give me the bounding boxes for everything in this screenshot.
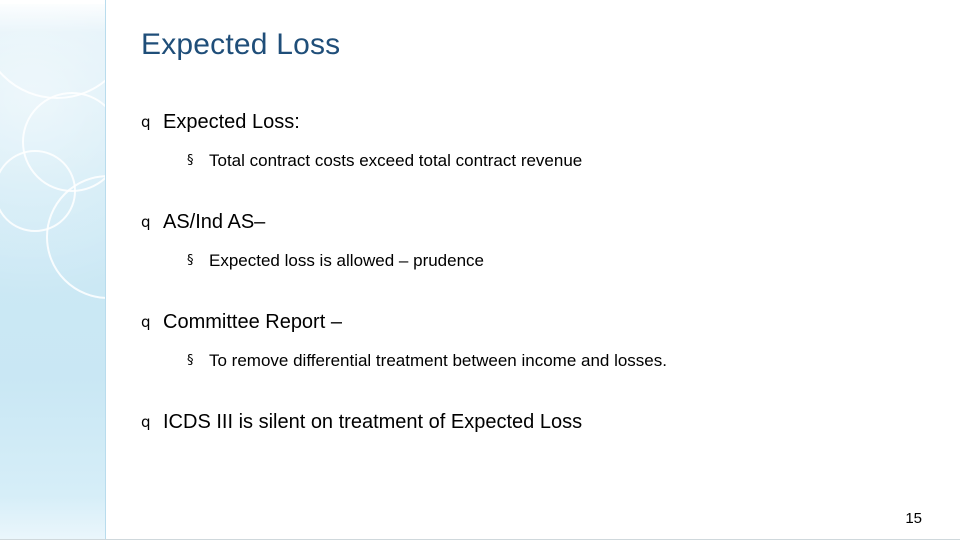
list-item: q Committee Report – [141, 308, 936, 336]
decorative-side-band [0, 0, 106, 539]
small-square-bullet-icon: § [187, 153, 194, 168]
list-item: q AS/Ind AS– [141, 208, 936, 236]
decorative-circle-icon [0, 0, 105, 99]
square-bullet-icon: q [141, 413, 151, 431]
list-item: § Total contract costs exceed total cont… [187, 148, 936, 174]
list-item-label: Expected Loss: [163, 111, 300, 133]
page-number: 15 [905, 510, 922, 527]
small-square-bullet-icon: § [187, 353, 194, 368]
page-title: Expected Loss [141, 28, 341, 61]
list-item-label: Committee Report – [163, 311, 342, 333]
square-bullet-icon: q [141, 113, 151, 131]
small-square-bullet-icon: § [187, 253, 194, 268]
band-top-divider [0, 0, 105, 4]
list-item-label: Total contract costs exceed total contra… [209, 151, 583, 170]
slide-content: Expected Loss q Expected Loss: § Total c… [105, 0, 960, 539]
list-item-label: Expected loss is allowed – prudence [209, 251, 484, 270]
bullet-list: q Expected Loss: § Total contract costs … [141, 108, 936, 436]
list-item: § Expected loss is allowed – prudence [187, 248, 936, 274]
list-item-label: AS/Ind AS– [163, 211, 266, 233]
list-item: § To remove differential treatment betwe… [187, 348, 936, 374]
square-bullet-icon: q [141, 313, 151, 331]
list-item-label: ICDS III is silent on treatment of Expec… [163, 411, 583, 433]
list-item: q Expected Loss: [141, 108, 936, 136]
square-bullet-icon: q [141, 213, 151, 231]
list-item-label: To remove differential treatment between… [209, 351, 667, 370]
slide: Expected Loss q Expected Loss: § Total c… [0, 0, 960, 540]
list-item: q ICDS III is silent on treatment of Exp… [141, 408, 936, 436]
